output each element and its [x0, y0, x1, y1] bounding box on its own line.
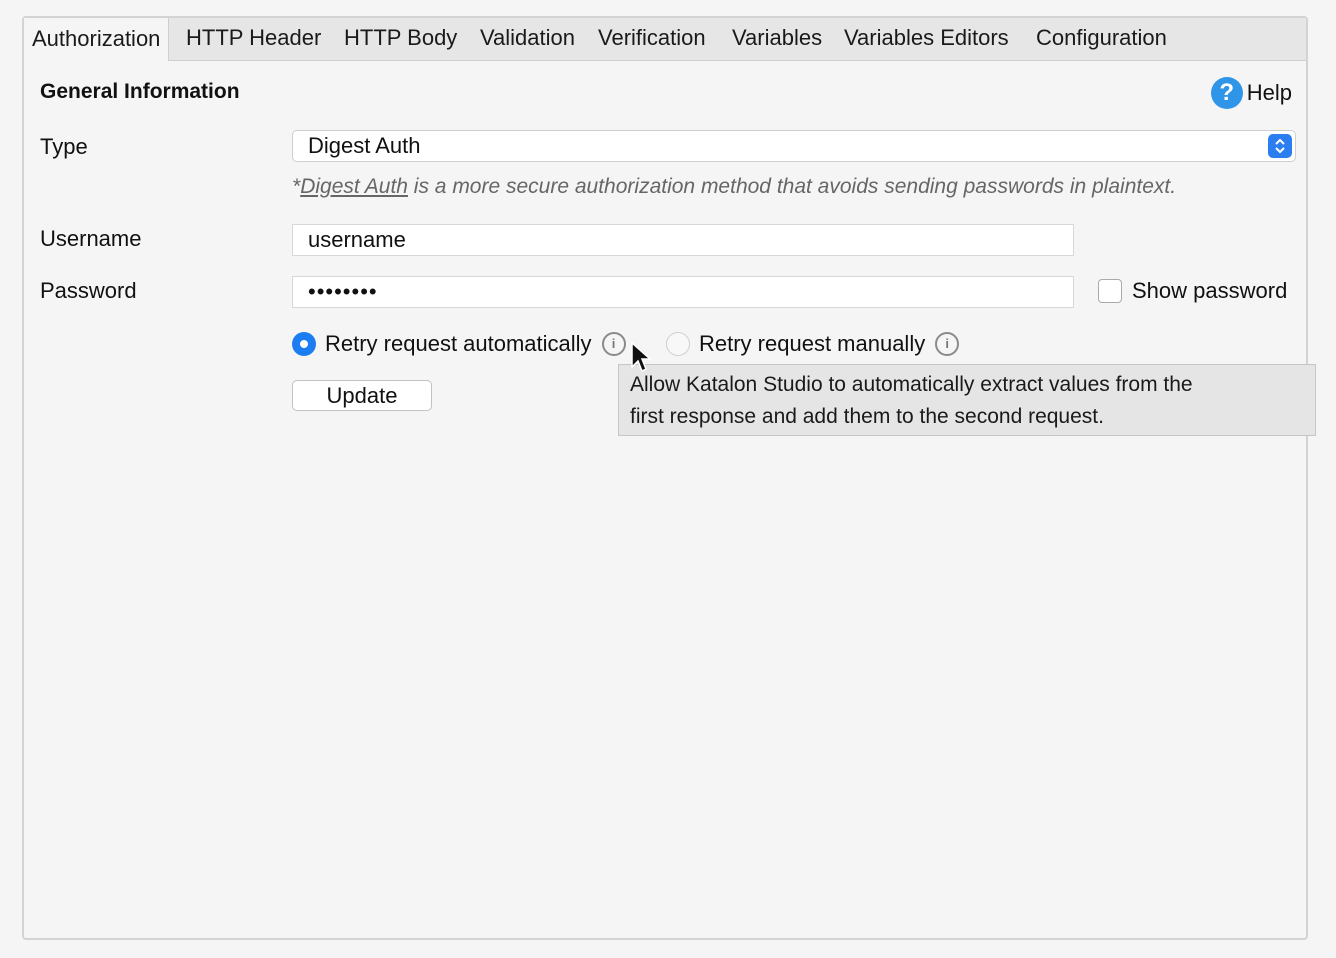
hint-prefix: * [292, 175, 301, 198]
show-password-checkbox[interactable] [1098, 279, 1122, 303]
help-button[interactable]: ? Help [1210, 76, 1292, 110]
type-select-value: Digest Auth [308, 133, 421, 158]
request-editor-panel: Authorization HTTP Header HTTP Body Vali… [22, 16, 1316, 940]
username-input[interactable]: username [292, 224, 1074, 256]
tab-verification[interactable]: Verification [598, 18, 706, 60]
username-label: Username [40, 226, 142, 251]
help-label: Help [1246, 80, 1292, 105]
hint-link[interactable]: Digest Auth [300, 175, 408, 198]
tooltip-line-2: first response and add them to the secon… [630, 405, 1104, 428]
tab-http-header[interactable]: HTTP Header [186, 18, 321, 60]
retry-manual-option[interactable]: Retry request manually i [666, 331, 960, 357]
type-label: Type [40, 134, 88, 159]
section-title: General Information [40, 80, 240, 103]
retry-auto-radio[interactable] [292, 332, 316, 356]
type-select[interactable]: Digest Auth [292, 130, 1296, 162]
password-input[interactable]: •••••••• [292, 276, 1074, 308]
tab-configuration[interactable]: Configuration [1036, 18, 1167, 60]
tab-http-body[interactable]: HTTP Body [344, 18, 457, 60]
tab-authorization[interactable]: Authorization [24, 18, 170, 61]
retry-manual-label: Retry request manually [699, 331, 926, 356]
password-label: Password [40, 278, 137, 303]
tab-variables[interactable]: Variables [732, 18, 822, 60]
tab-validation[interactable]: Validation [480, 18, 575, 60]
help-icon: ? [1210, 77, 1243, 109]
show-password-toggle[interactable]: Show password [1098, 278, 1287, 304]
retry-auto-option[interactable]: Retry request automatically i [292, 331, 626, 357]
hint-text: is a more secure authorization method th… [407, 175, 1177, 198]
retry-auto-label: Retry request automatically [325, 331, 592, 356]
tab-bar: Authorization HTTP Header HTTP Body Vali… [24, 18, 1306, 61]
retry-manual-info-icon[interactable]: i [935, 332, 960, 356]
show-password-label: Show password [1132, 278, 1288, 303]
retry-manual-radio[interactable] [666, 332, 690, 356]
tooltip-line-1: Allow Katalon Studio to automatically ex… [630, 373, 1193, 396]
tab-variables-editors[interactable]: Variables Editors [844, 18, 1009, 60]
update-button[interactable]: Update [292, 380, 432, 411]
auth-hint: *Digest Auth is a more secure authorizat… [292, 175, 1176, 199]
retry-auto-info-icon[interactable]: i [601, 332, 626, 356]
mouse-cursor-icon [631, 341, 652, 373]
tooltip: Allow Katalon Studio to automatically ex… [618, 364, 1316, 436]
select-arrows-icon [1268, 134, 1292, 158]
